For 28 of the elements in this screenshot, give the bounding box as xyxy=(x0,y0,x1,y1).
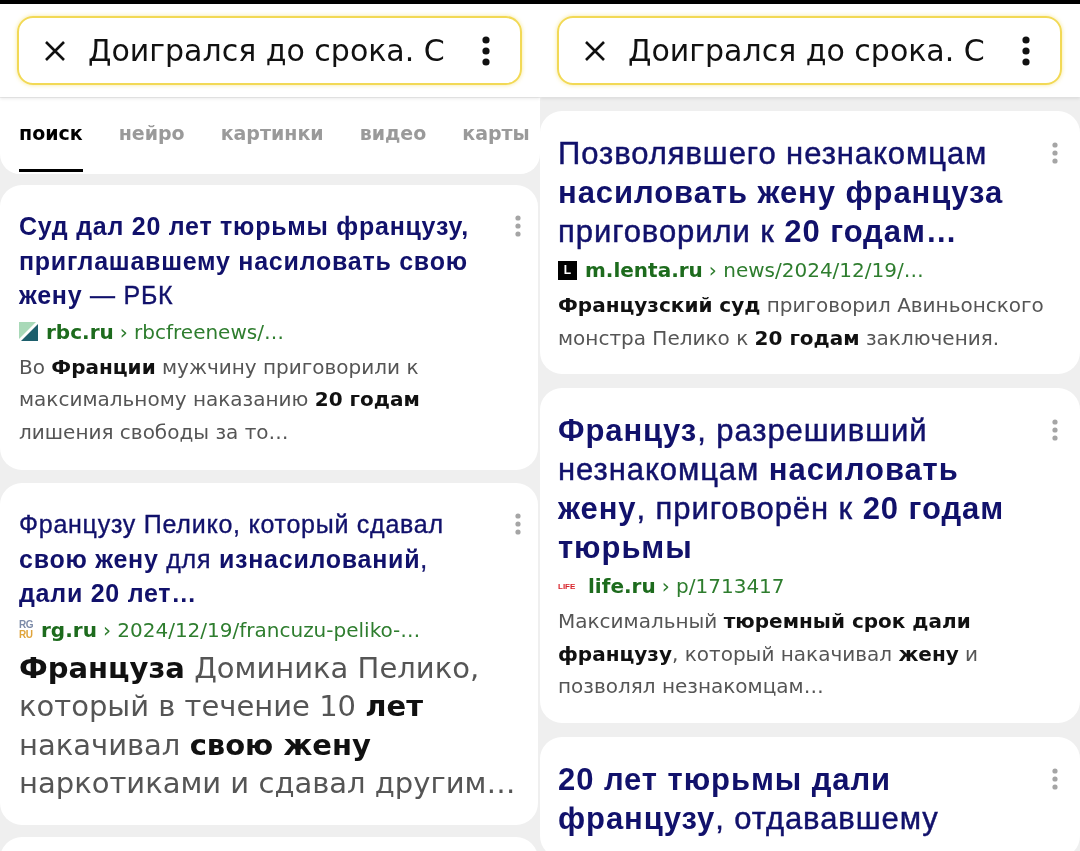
site-logo: L xyxy=(558,260,577,280)
site-icon xyxy=(19,322,38,341)
result-snippet: Во Франции мужчину приговорили к максимальному наказанию 20 годам лишения свободы за то… xyxy=(19,353,421,446)
more-icon[interactable] xyxy=(1022,35,1030,66)
result-title[interactable]: 20 лет тюрьмы дали французу, отдававшему xyxy=(558,759,1026,838)
site-logo: LIFE xyxy=(558,581,577,591)
site-logo: RG RU xyxy=(19,619,33,640)
search-field[interactable]: Доигрался до срока. С xyxy=(557,16,1062,85)
nav-tab[interactable]: поиск xyxy=(19,118,83,172)
result-snippet: Француза Доминика Пелико, который в течение 10 лет накачивал свою жену наркотиками и сдавал другим… xyxy=(19,649,517,802)
source-path[interactable]: › p/1713417 xyxy=(661,574,785,598)
result-title[interactable]: Французу Пелико, который сдавал свою жену для изнасилований, дали 20 лет… xyxy=(19,507,491,611)
source-path[interactable]: › 2024/12/19/francuzu-peliko-… xyxy=(102,617,421,642)
result-title[interactable]: Суд дал 20 лет тюрьмы французу, приглашавшему насиловать свою жену — РБК xyxy=(19,209,491,313)
source-path[interactable]: › news/2024/12/19/… xyxy=(708,258,924,282)
result-snippet: Максимальный тюремный срок дали французу, который накачивал жену и позволял незнакомцам… xyxy=(558,608,980,700)
source-path[interactable]: › rbcfreenews/… xyxy=(119,319,284,344)
result-title[interactable]: Позволявшего незнакомцам насиловать жену француза приговорили к 20 годам… xyxy=(558,134,1026,251)
result-snippet: Французский суд приговорил Авиньонского монстра Пелико к 20 годам заключения. xyxy=(558,292,1045,352)
source-domain[interactable]: life.ru xyxy=(588,574,656,598)
close-icon[interactable] xyxy=(44,39,66,62)
result-title[interactable]: Француз, разрешивший незнакомцам насиловать жену, приговорён к 20 годам тюрьмы xyxy=(558,411,1026,567)
source-domain[interactable]: rg.ru xyxy=(41,617,97,642)
source-domain[interactable]: rbc.ru xyxy=(46,319,114,344)
source-domain[interactable]: m.lenta.ru xyxy=(585,258,703,282)
search-field[interactable]: Доигрался до срока. С xyxy=(17,16,522,85)
more-icon[interactable] xyxy=(482,35,490,66)
close-icon[interactable] xyxy=(584,39,606,62)
